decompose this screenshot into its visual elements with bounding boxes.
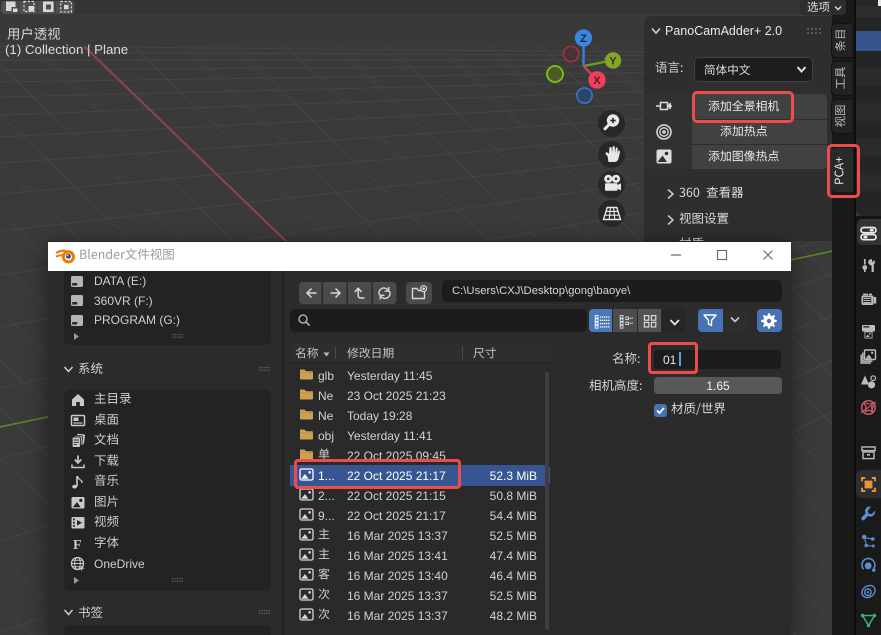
svg-text:Y: Y [609,56,617,68]
svg-text:X: X [593,75,601,87]
svg-text:Z: Z [580,33,587,45]
svg-text:F: F [73,538,82,552]
